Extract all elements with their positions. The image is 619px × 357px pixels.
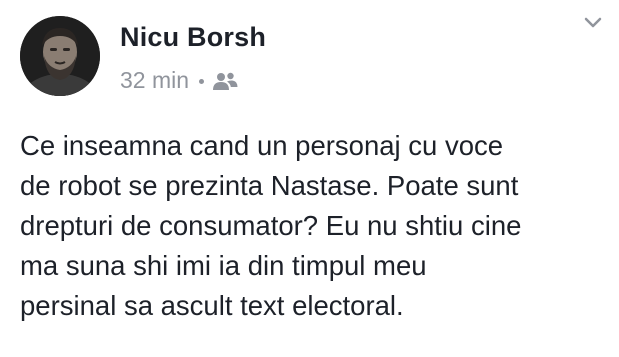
- facebook-post: Nicu Borsh 32 min Ce inseamna cand un pe…: [0, 0, 619, 357]
- post-text-line: de robot se prezinta Nastase. Poate sunt: [20, 170, 519, 201]
- avatar-photo: [20, 16, 100, 96]
- post-menu-button[interactable]: [578, 10, 608, 36]
- author-name[interactable]: Nicu Borsh: [120, 22, 266, 53]
- post-text-line: persinal sa ascult text electoral.: [20, 290, 404, 321]
- avatar[interactable]: [20, 16, 100, 96]
- post-text-line: drepturi de consumator? Eu nu shtiu cine: [20, 210, 522, 241]
- post-text-line: ma suna shi imi ia din timpul meu: [20, 250, 427, 281]
- timestamp[interactable]: 32 min: [120, 67, 189, 94]
- chevron-down-icon: [584, 17, 602, 28]
- friends-icon[interactable]: [212, 70, 238, 90]
- meta-separator: [199, 78, 205, 84]
- post-text: Ce inseamna cand un personaj cu voce de …: [20, 126, 610, 326]
- post-meta: 32 min: [120, 67, 238, 93]
- post-text-line: Ce inseamna cand un personaj cu voce: [20, 130, 504, 161]
